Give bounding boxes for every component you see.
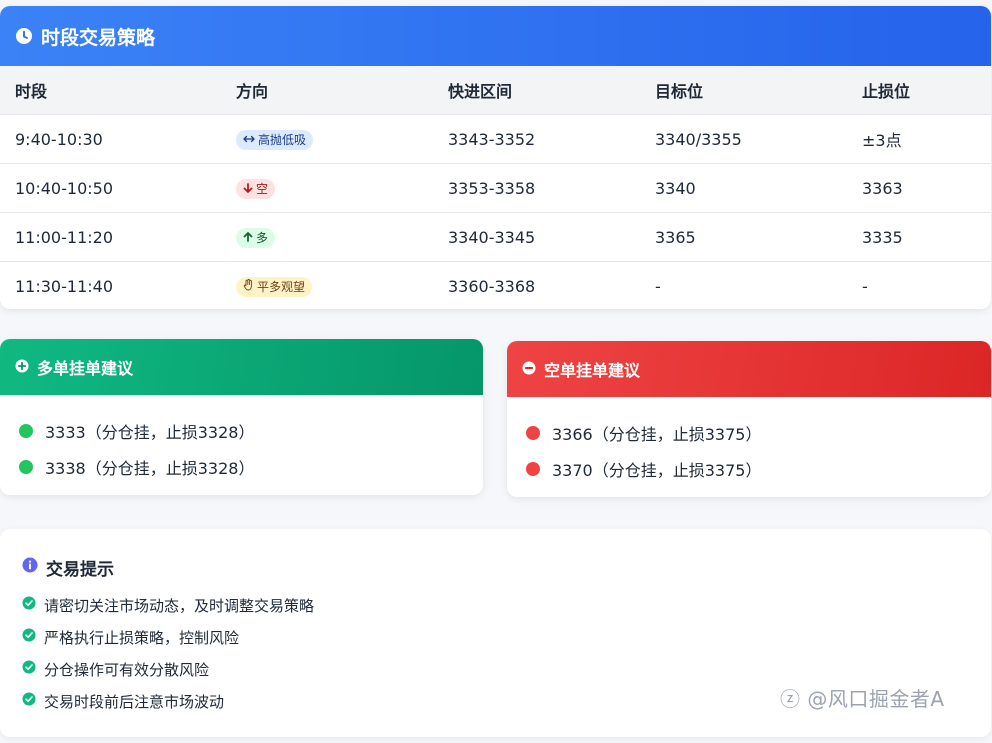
cell-stop: ±3点 [862, 131, 902, 150]
tip-text: 分仓操作可有效分散风险 [44, 660, 210, 679]
order-text: 3338（分仓挂，止损3328） [45, 459, 255, 478]
direction-label: 高抛低吸 [258, 132, 307, 147]
tips-header: 交易提示 [22, 555, 114, 580]
info-circle-icon [22, 557, 46, 578]
table-header: 时段 方向 快进区间 目标位 止损位 [0, 66, 991, 114]
green-dot-icon [19, 424, 33, 438]
list-item: 3338（分仓挂，止损3328） [19, 449, 483, 485]
short-orders-list: 3366（分仓挂，止损3375） 3370（分仓挂，止损3375） [507, 397, 991, 487]
green-dot-icon [19, 460, 33, 474]
order-text: 3370（分仓挂，止损3375） [552, 461, 762, 480]
tips-title: 交易提示 [46, 560, 114, 580]
direction-badge: 平多观望 [236, 276, 313, 297]
cell-target: - [655, 276, 661, 296]
order-text: 3366（分仓挂，止损3375） [552, 425, 762, 444]
long-orders-card: 多单挂单建议 3333（分仓挂，止损3328） 3338（分仓挂，止损3328） [0, 339, 483, 495]
list-item: 3366（分仓挂，止损3375） [526, 415, 991, 451]
direction-label: 多 [256, 230, 269, 245]
cell-direction: 空 [221, 178, 432, 199]
column-header-stop: 止损位 [862, 82, 911, 101]
short-orders-card: 空单挂单建议 3366（分仓挂，止损3375） 3370（分仓挂，止损3375） [507, 341, 991, 497]
list-item: 分仓操作可有效分散风险 [22, 653, 314, 685]
clock-icon [15, 27, 33, 45]
check-circle-icon [22, 692, 44, 710]
arrow-up-icon [243, 228, 256, 248]
direction-label: 平多观望 [257, 279, 306, 294]
strategy-card: 时段交易策略 时段 方向 快进区间 目标位 止损位 9:40-10:30 高抛低… [0, 6, 991, 309]
strategy-header: 时段交易策略 [0, 6, 991, 66]
cell-range: 3360-3368 [448, 276, 536, 296]
cell-time: 11:00-11:20 [15, 227, 113, 247]
direction-badge: 空 [236, 178, 276, 199]
direction-badge: 多 [236, 227, 276, 248]
tip-text: 交易时段前后注意市场波动 [44, 692, 225, 711]
cell-time: 10:40-10:50 [15, 178, 113, 198]
plus-circle-icon [15, 358, 37, 377]
minus-circle-icon [522, 360, 544, 379]
watermark: ⓩ @风口掘金者A [780, 683, 945, 712]
arrow-down-icon [243, 179, 256, 199]
cell-time: 11:30-11:40 [15, 276, 113, 296]
long-orders-header: 多单挂单建议 [0, 339, 483, 395]
check-circle-icon [22, 628, 44, 646]
direction-badge: 高抛低吸 [236, 129, 314, 150]
cell-range: 3353-3358 [448, 178, 536, 198]
table-row: 10:40-10:50 空 3353-3358 3340 3363 [0, 163, 991, 212]
cell-target: 3365 [655, 227, 696, 247]
cell-stop: 3363 [862, 178, 903, 198]
cell-target: 3340 [655, 178, 696, 198]
check-circle-icon [22, 596, 44, 614]
list-item: 严格执行止损策略，控制风险 [22, 621, 314, 653]
cell-target: 3340/3355 [655, 129, 742, 149]
column-header-direction: 方向 [236, 82, 269, 101]
red-dot-icon [526, 426, 540, 440]
direction-label: 空 [256, 181, 269, 196]
column-header-range: 快进区间 [448, 82, 513, 101]
table-row: 9:40-10:30 高抛低吸 3343-3352 3340/3355 ±3点 [0, 114, 991, 163]
strategy-table: 时段 方向 快进区间 目标位 止损位 9:40-10:30 高抛低吸 3343-… [0, 66, 991, 309]
short-orders-title: 空单挂单建议 [544, 361, 641, 380]
tips-list: 请密切关注市场动态，及时调整交易策略 严格执行止损策略，控制风险 分仓操作可有效… [22, 589, 314, 717]
zhihu-logo-icon: ⓩ [780, 687, 801, 711]
check-circle-icon [22, 660, 44, 678]
red-dot-icon [526, 462, 540, 476]
list-item: 请密切关注市场动态，及时调整交易策略 [22, 589, 314, 621]
watermark-text: @风口掘金者A [807, 687, 945, 711]
tip-text: 严格执行止损策略，控制风险 [44, 628, 240, 647]
table-row: 11:30-11:40 平多观望 3360-3368 - - [0, 261, 991, 309]
long-orders-title: 多单挂单建议 [37, 359, 134, 378]
column-header-time: 时段 [15, 82, 48, 101]
hand-icon [243, 277, 257, 297]
cell-stop: 3335 [862, 227, 903, 247]
cell-direction: 高抛低吸 [221, 129, 432, 150]
list-item: 3370（分仓挂，止损3375） [526, 451, 991, 487]
column-header-target: 目标位 [655, 82, 704, 101]
left-right-arrow-icon [243, 130, 258, 150]
cell-range: 3340-3345 [448, 227, 536, 247]
list-item: 3333（分仓挂，止损3328） [19, 413, 483, 449]
cell-stop: - [862, 276, 868, 296]
cell-range: 3343-3352 [448, 129, 536, 149]
cell-time: 9:40-10:30 [15, 129, 103, 149]
order-text: 3333（分仓挂，止损3328） [45, 423, 255, 442]
cell-direction: 多 [221, 227, 432, 248]
table-row: 11:00-11:20 多 3340-3345 3365 3335 [0, 212, 991, 261]
list-item: 交易时段前后注意市场波动 [22, 685, 314, 717]
long-orders-list: 3333（分仓挂，止损3328） 3338（分仓挂，止损3328） [0, 395, 483, 485]
strategy-title: 时段交易策略 [41, 26, 156, 49]
short-orders-header: 空单挂单建议 [507, 341, 991, 397]
tip-text: 请密切关注市场动态，及时调整交易策略 [44, 596, 315, 615]
cell-direction: 平多观望 [221, 276, 432, 297]
